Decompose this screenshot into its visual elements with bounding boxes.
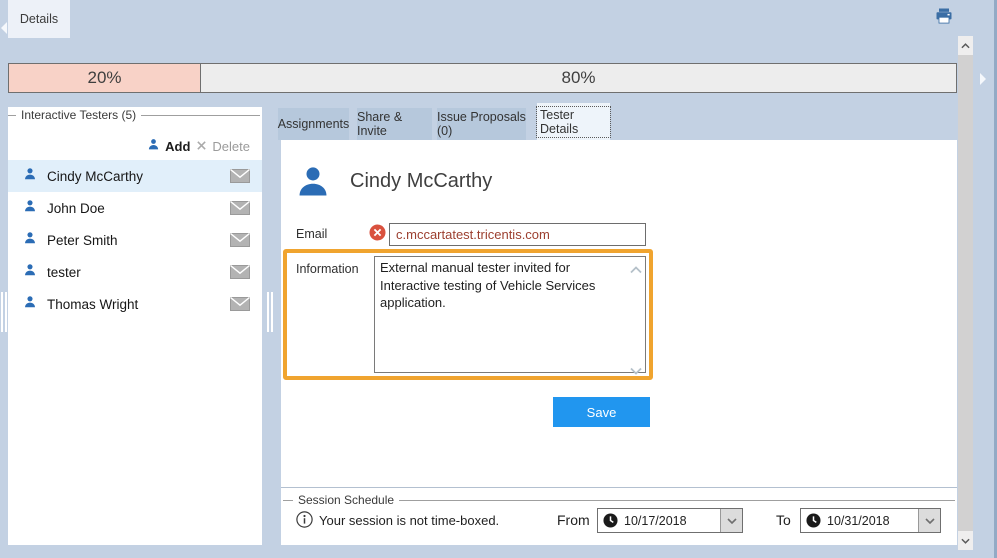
to-label: To — [776, 512, 791, 528]
person-icon — [23, 231, 37, 250]
testers-panel-title: Interactive Testers (5) — [16, 108, 141, 122]
from-date-dropdown-button[interactable] — [720, 509, 742, 532]
person-icon — [23, 295, 37, 314]
delete-x-icon — [196, 139, 207, 154]
collapse-right-arrow-icon[interactable] — [979, 72, 987, 86]
tester-row[interactable]: Peter Smith — [8, 224, 262, 256]
scroll-down-button[interactable] — [958, 531, 973, 550]
person-icon — [23, 263, 37, 282]
progress-segment-label: 20% — [87, 68, 121, 88]
to-date-value: 10/31/2018 — [827, 514, 918, 528]
tab-label: Share & Invite — [357, 110, 432, 138]
save-button[interactable]: Save — [553, 397, 650, 427]
envelope-icon[interactable] — [230, 233, 250, 247]
tester-name: John Doe — [47, 201, 230, 216]
details-tab[interactable]: Details — [8, 0, 70, 38]
info-icon — [296, 511, 313, 533]
clock-icon — [603, 513, 618, 528]
printer-icon — [934, 6, 954, 31]
email-error-icon — [369, 224, 386, 246]
tester-name: Thomas Wright — [47, 297, 230, 312]
tab-label: Issue Proposals (0) — [437, 110, 526, 138]
testers-toolbar: Add Delete — [147, 135, 250, 157]
progress-segment-remaining: 80% — [201, 64, 956, 92]
tester-name: Peter Smith — [47, 233, 230, 248]
from-date-picker[interactable]: 10/17/2018 — [597, 508, 743, 533]
textarea-scroll-down-icon[interactable] — [630, 362, 642, 370]
tab-issue-proposals[interactable]: Issue Proposals (0) — [437, 108, 526, 140]
envelope-icon[interactable] — [230, 169, 250, 183]
vertical-scrollbar[interactable] — [958, 36, 973, 550]
print-button[interactable] — [933, 7, 955, 29]
tester-avatar-icon — [296, 164, 330, 205]
from-date-value: 10/17/2018 — [624, 514, 720, 528]
delete-tester-button[interactable]: Delete — [196, 139, 250, 154]
email-label: Email — [296, 227, 327, 241]
tab-assignments[interactable]: Assignments — [278, 108, 349, 140]
tester-name: Cindy McCarthy — [47, 169, 230, 184]
textarea-scroll-up-icon[interactable] — [630, 261, 642, 269]
information-label: Information — [296, 262, 359, 276]
envelope-icon[interactable] — [230, 201, 250, 215]
tab-share-invite[interactable]: Share & Invite — [357, 108, 432, 140]
session-schedule-message: Your session is not time-boxed. — [319, 513, 499, 528]
information-field[interactable]: External manual tester invited for Inter… — [374, 256, 646, 373]
scroll-up-button[interactable] — [958, 36, 973, 55]
section-divider — [281, 487, 957, 488]
person-icon — [23, 199, 37, 218]
from-label: From — [557, 512, 590, 528]
details-tab-label: Details — [20, 12, 58, 26]
collapse-left-arrow-icon[interactable] — [0, 21, 8, 35]
email-field[interactable] — [389, 223, 646, 246]
interactive-testing-window: Details 20% 80% — [0, 0, 997, 558]
person-icon — [23, 167, 37, 186]
to-date-dropdown-button[interactable] — [918, 509, 940, 532]
session-schedule-title: Session Schedule — [293, 493, 399, 507]
envelope-icon[interactable] — [230, 297, 250, 311]
tester-details-panel: Cindy McCarthy Email Information Externa… — [281, 140, 957, 545]
delete-button-label: Delete — [212, 139, 250, 154]
clock-icon — [806, 513, 821, 528]
tester-row[interactable]: tester — [8, 256, 262, 288]
splitter-grip[interactable] — [1, 292, 7, 332]
add-tester-button[interactable]: Add — [147, 138, 190, 154]
tester-detail-name: Cindy McCarthy — [350, 170, 492, 193]
tester-row[interactable]: John Doe — [8, 192, 262, 224]
tab-label: Tester Details — [537, 107, 610, 137]
add-person-icon — [147, 138, 160, 154]
add-button-label: Add — [165, 139, 190, 154]
progress-segment-label: 80% — [561, 68, 595, 88]
progress-segment-incomplete: 20% — [9, 64, 201, 92]
to-date-picker[interactable]: 10/31/2018 — [800, 508, 941, 533]
splitter-grip[interactable] — [267, 292, 273, 332]
interactive-testers-panel: Interactive Testers (5) Add Delete Cindy… — [8, 107, 262, 545]
tab-label: Assignments — [278, 117, 350, 131]
tab-tester-details[interactable]: Tester Details — [537, 103, 610, 140]
session-progress-bar: 20% 80% — [8, 63, 957, 93]
tester-row[interactable]: Thomas Wright — [8, 288, 262, 320]
envelope-icon[interactable] — [230, 265, 250, 279]
tester-name: tester — [47, 265, 230, 280]
tester-row[interactable]: Cindy McCarthy — [8, 160, 262, 192]
